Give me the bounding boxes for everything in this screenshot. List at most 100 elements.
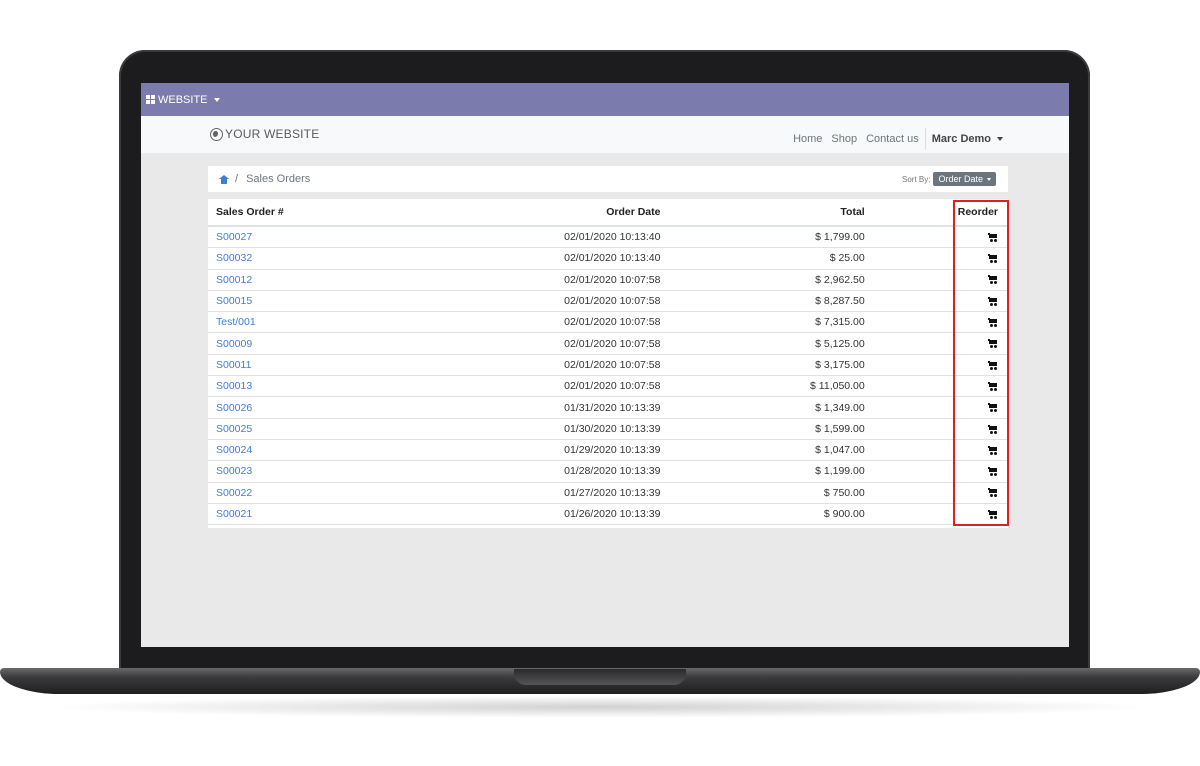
reorder-cell [864,332,1008,355]
order-id-cell: S00015 [208,290,431,313]
order-link[interactable]: S00032 [216,252,252,264]
website-menu-label: WEBSITE [158,93,208,106]
sales-orders-table-card: Sales Order # Order Date Total Reorder S… [208,199,1008,528]
order-total-cell: $ 8,287.50 [660,290,865,313]
order-total-cell: $ 750.00 [660,482,865,504]
order-date-cell: 02/01/2020 10:13:40 [430,247,661,270]
shopping-cart-icon[interactable] [988,339,998,349]
table-row: S00032 02/01/2020 10:13:40 $ 25.00 [208,247,1008,270]
sales-orders-table: Sales Order # Order Date Total Reorder S… [208,199,1008,526]
shopping-cart-icon[interactable] [988,509,998,519]
grid-icon [146,95,155,104]
order-id-cell: S00025 [208,418,431,440]
nav-link-shop[interactable]: Shop [831,133,857,145]
table-row: S00011 02/01/2020 10:07:58 $ 3,175.00 [208,354,1008,377]
table-row: S00024 01/29/2020 10:13:39 $ 1,047.00 [208,439,1008,462]
reorder-cell [864,290,1008,313]
reorder-cell [864,226,1008,249]
shopping-cart-icon[interactable] [988,232,998,242]
order-total-cell: $ 1,599.00 [660,418,865,440]
order-link[interactable]: S00011 [216,359,251,371]
order-link[interactable]: S00015 [216,295,252,307]
order-link[interactable]: S00022 [216,487,252,499]
shopping-cart-icon[interactable] [988,488,998,498]
website-menu-button[interactable]: WEBSITE [146,94,220,106]
order-date-cell: 01/28/2020 10:13:39 [430,460,661,483]
column-header-total: Total [660,199,865,227]
user-menu[interactable]: Marc Demo [932,133,1003,145]
order-id-cell: S00032 [208,247,431,270]
shopping-cart-icon[interactable] [988,424,998,434]
shopping-cart-icon[interactable] [988,467,998,477]
order-date-cell: 01/29/2020 10:13:39 [430,439,661,462]
order-id-cell: S00022 [208,482,431,504]
order-total-cell: $ 1,199.00 [660,460,865,483]
reorder-cell [864,269,1008,291]
reorder-cell [864,439,1008,462]
column-header-reorder: Reorder [864,199,1008,227]
table-row: S00022 01/27/2020 10:13:39 $ 750.00 [208,482,1008,504]
shopping-cart-icon[interactable] [988,360,998,370]
order-link[interactable]: S00013 [216,380,252,392]
reorder-cell [864,460,1008,483]
order-id-cell: S00009 [208,332,431,355]
shopping-cart-icon[interactable] [988,403,998,413]
order-link[interactable]: S00009 [216,338,252,350]
reorder-cell [864,247,1008,270]
nav-divider [924,128,926,150]
order-date-cell: 02/01/2020 10:07:58 [430,354,661,377]
globe-icon [210,127,223,141]
shopping-cart-icon[interactable] [988,254,998,264]
reorder-cell [864,375,1008,398]
order-link[interactable]: S00012 [216,274,252,286]
sort-label: Sort By: [902,174,931,184]
table-row: S00025 01/30/2020 10:13:39 $ 1,599.00 [208,418,1008,440]
order-link[interactable]: S00021 [216,508,252,520]
breadcrumb-current: Sales Orders [246,173,311,185]
order-id-cell: S00013 [208,375,431,398]
order-link[interactable]: Test/001 [216,316,256,328]
site-logo[interactable]: YOUR WEBSITE [210,127,319,141]
chevron-down-icon [213,97,220,102]
order-id-cell: S00021 [208,503,431,526]
shopping-cart-icon[interactable] [988,296,998,306]
nav-link-contact[interactable]: Contact us [866,133,919,145]
home-icon[interactable] [219,174,229,184]
sort-dropdown[interactable]: Order Date [933,172,996,186]
user-name: Marc Demo [931,133,991,145]
order-total-cell: $ 1,047.00 [660,439,865,462]
reorder-cell [864,503,1008,526]
order-date-cell: 02/01/2020 10:07:58 [430,290,661,313]
order-id-cell: S00026 [208,396,431,419]
breadcrumb: / Sales Orders Sort By: Order Date [208,166,1008,192]
screen: WEBSITE YOUR WEBSITE Home Shop Contact u… [141,83,1069,647]
reorder-cell [864,311,1008,334]
order-id-cell: S00024 [208,439,431,462]
table-row: S00012 02/01/2020 10:07:58 $ 2,962.50 [208,269,1008,291]
order-id-cell: S00023 [208,460,431,483]
order-date-cell: 01/30/2020 10:13:39 [430,418,661,440]
order-link[interactable]: S00026 [216,402,252,414]
website-menu-bar: WEBSITE [141,83,1069,116]
table-row: S00015 02/01/2020 10:07:58 $ 8,287.50 [208,290,1008,313]
shopping-cart-icon[interactable] [988,381,998,391]
nav-link-home[interactable]: Home [793,133,822,145]
shopping-cart-icon[interactable] [988,275,998,285]
order-link[interactable]: S00025 [216,423,252,435]
order-date-cell: 02/01/2020 10:13:40 [430,226,661,249]
order-date-cell: 01/27/2020 10:13:39 [430,482,661,504]
order-link[interactable]: S00027 [216,231,252,243]
shopping-cart-icon[interactable] [988,318,998,328]
order-total-cell: $ 2,962.50 [660,269,865,291]
shopping-cart-icon[interactable] [988,445,998,455]
table-row: S00013 02/01/2020 10:07:58 $ 11,050.00 [208,375,1008,398]
order-link[interactable]: S00023 [216,465,252,477]
table-row: S00027 02/01/2020 10:13:40 $ 1,799.00 [208,226,1008,249]
reorder-cell [864,396,1008,419]
table-row: S00021 01/26/2020 10:13:39 $ 900.00 [208,503,1008,526]
sort-control: Sort By: Order Date [902,172,996,186]
order-total-cell: $ 900.00 [660,503,865,526]
laptop-shadow [40,696,1160,718]
site-logo-text: YOUR WEBSITE [225,127,320,141]
order-link[interactable]: S00024 [216,444,252,456]
